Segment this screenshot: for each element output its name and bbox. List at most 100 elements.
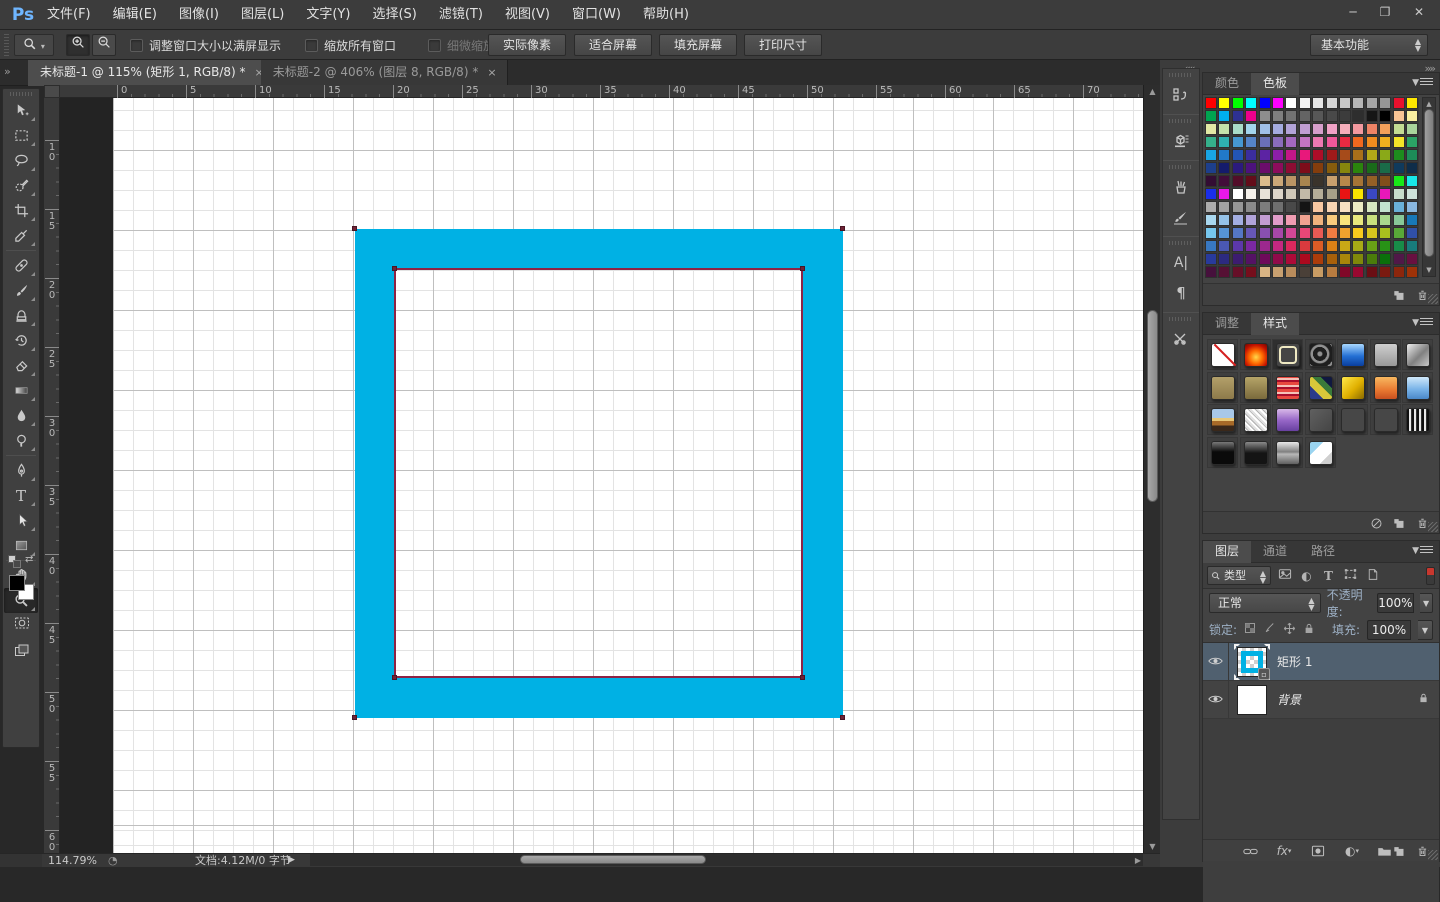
history-panel-icon[interactable] xyxy=(1163,80,1199,110)
color-swatch[interactable] xyxy=(1259,266,1271,278)
color-swatch[interactable] xyxy=(1339,175,1351,187)
filter-type-layers-icon[interactable]: T xyxy=(1320,569,1337,583)
layer-row-1[interactable]: 背景 xyxy=(1203,681,1439,719)
layers-tab-路径[interactable]: 路径 xyxy=(1299,541,1347,563)
color-swatch[interactable] xyxy=(1232,97,1244,109)
color-swatch[interactable] xyxy=(1205,136,1217,148)
color-swatch[interactable] xyxy=(1366,201,1378,213)
color-swatch[interactable] xyxy=(1352,149,1364,161)
color-swatch[interactable] xyxy=(1366,227,1378,239)
path-selection-tool[interactable] xyxy=(4,508,38,533)
color-swatch[interactable] xyxy=(1232,136,1244,148)
color-swatch[interactable] xyxy=(1232,214,1244,226)
brush-tool[interactable] xyxy=(4,278,38,303)
color-swatch[interactable] xyxy=(1272,253,1284,265)
paragraph-panel-icon[interactable]: ¶ xyxy=(1163,278,1199,308)
color-swatch[interactable] xyxy=(1406,136,1418,148)
color-swatch[interactable] xyxy=(1339,97,1351,109)
panel-resize-grip[interactable] xyxy=(1428,522,1438,532)
path-anchor-inner[interactable] xyxy=(800,675,805,680)
style-no-style[interactable] xyxy=(1211,343,1235,367)
style-embossed-gray[interactable] xyxy=(1309,408,1333,432)
color-swatch[interactable] xyxy=(1272,214,1284,226)
color-swatch[interactable] xyxy=(1379,123,1391,135)
color-swatch[interactable] xyxy=(1379,162,1391,174)
color-swatch[interactable] xyxy=(1366,214,1378,226)
color-swatch[interactable] xyxy=(1312,201,1324,213)
color-swatch[interactable] xyxy=(1232,175,1244,187)
vertical-ruler[interactable]: 1015202530354045505560 xyxy=(44,98,60,853)
options-button-2[interactable]: 填充屏幕 xyxy=(659,34,737,56)
color-swatch[interactable] xyxy=(1312,149,1324,161)
color-swatch[interactable] xyxy=(1285,266,1297,278)
color-swatch[interactable] xyxy=(1326,266,1338,278)
color-swatch[interactable] xyxy=(1393,149,1405,161)
color-swatch[interactable] xyxy=(1339,188,1351,200)
menu-item-3[interactable]: 图层(L) xyxy=(230,0,295,29)
restore-button[interactable]: ❐ xyxy=(1372,4,1398,22)
color-swatch[interactable] xyxy=(1312,253,1324,265)
color-swatch[interactable] xyxy=(1406,97,1418,109)
color-swatch[interactable] xyxy=(1312,97,1324,109)
clone-stamp-tool[interactable] xyxy=(4,303,38,328)
color-swatch[interactable] xyxy=(1218,240,1230,252)
swatches-panel-menu-icon[interactable]: ▼ xyxy=(1412,78,1433,88)
color-swatch[interactable] xyxy=(1232,201,1244,213)
color-swatch[interactable] xyxy=(1312,162,1324,174)
gradient-tool[interactable] xyxy=(4,378,38,403)
color-swatch[interactable] xyxy=(1285,214,1297,226)
swatch-scroll-down-icon[interactable]: ▼ xyxy=(1423,266,1435,274)
options-button-0[interactable]: 实际像素 xyxy=(488,34,566,56)
lasso-tool[interactable] xyxy=(4,148,38,173)
color-swatch[interactable] xyxy=(1272,123,1284,135)
style-outline-selected[interactable] xyxy=(1276,343,1300,367)
layer-style-fx-icon[interactable]: fx▾ xyxy=(1275,843,1293,859)
horizontal-scrollbar[interactable]: ▶ xyxy=(310,854,1143,866)
menu-item-7[interactable]: 视图(V) xyxy=(494,0,561,29)
document-tab-2[interactable]: 未标题-2 @ 406% (图层 8, RGB/8) *× xyxy=(261,60,508,86)
color-swatch[interactable] xyxy=(1393,266,1405,278)
color-swatch[interactable] xyxy=(1218,266,1230,278)
color-swatch[interactable] xyxy=(1285,136,1297,148)
color-swatch[interactable] xyxy=(1366,253,1378,265)
color-swatch[interactable] xyxy=(1232,123,1244,135)
swatch-scroll-thumb[interactable] xyxy=(1424,109,1434,257)
color-swatch[interactable] xyxy=(1218,188,1230,200)
menu-item-4[interactable]: 文字(Y) xyxy=(295,0,361,29)
color-swatch[interactable] xyxy=(1393,201,1405,213)
menu-item-9[interactable]: 帮助(H) xyxy=(632,0,700,29)
new-adjustment-layer-icon[interactable]: ◐▾ xyxy=(1343,843,1361,859)
ruler-origin-box[interactable] xyxy=(44,85,60,98)
color-swatch[interactable] xyxy=(1339,214,1351,226)
color-swatch[interactable] xyxy=(1312,227,1324,239)
color-swatch[interactable] xyxy=(1366,266,1378,278)
layer-visibility-eye-icon[interactable] xyxy=(1208,655,1223,669)
color-swatch[interactable] xyxy=(1379,175,1391,187)
filter-shape-layers-icon[interactable] xyxy=(1342,568,1359,583)
color-swatch[interactable] xyxy=(1285,162,1297,174)
layer-row-0[interactable]: ▫矩形 1 xyxy=(1203,643,1439,681)
vertical-scroll-thumb[interactable] xyxy=(1147,310,1158,502)
options-button-3[interactable]: 打印尺寸 xyxy=(744,34,822,56)
scroll-down-icon[interactable]: ▼ xyxy=(1144,842,1161,851)
style-silver-sheen[interactable] xyxy=(1406,343,1430,367)
color-swatch[interactable] xyxy=(1245,227,1257,239)
color-swatch[interactable] xyxy=(1326,214,1338,226)
color-swatch[interactable] xyxy=(1366,175,1378,187)
color-swatch[interactable] xyxy=(1272,175,1284,187)
default-colors-icon[interactable] xyxy=(8,555,21,568)
color-swatch[interactable] xyxy=(1352,175,1364,187)
filter-smart-objects-icon[interactable] xyxy=(1364,568,1381,584)
move-tool[interactable] xyxy=(4,98,38,123)
color-swatch[interactable] xyxy=(1205,214,1217,226)
color-swatch[interactable] xyxy=(1393,136,1405,148)
option-checkbox-0[interactable]: 调整窗口大小以满屏显示 xyxy=(130,37,281,53)
style-white-noise[interactable] xyxy=(1244,408,1268,432)
color-swatch[interactable] xyxy=(1366,110,1378,122)
color-swatch[interactable] xyxy=(1339,136,1351,148)
color-swatch[interactable] xyxy=(1232,162,1244,174)
horizontal-ruler[interactable]: 0510152025303540455055606570 xyxy=(60,85,1143,98)
color-swatch[interactable] xyxy=(1326,110,1338,122)
dodge-tool[interactable] xyxy=(4,428,38,453)
color-swatch[interactable] xyxy=(1205,227,1217,239)
